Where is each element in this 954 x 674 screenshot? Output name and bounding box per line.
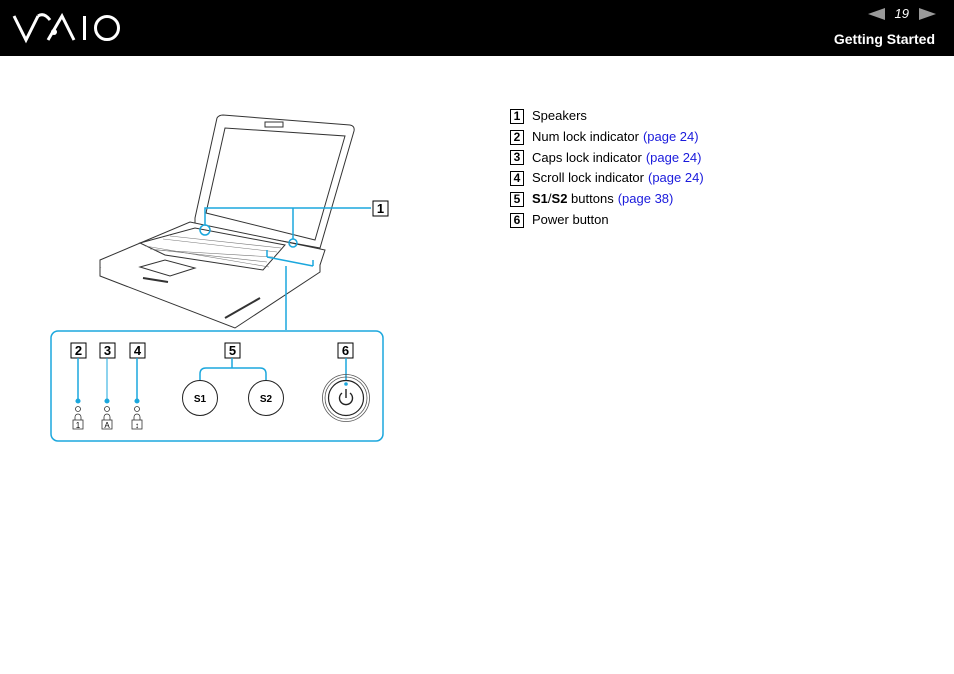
svg-text:2: 2 xyxy=(75,343,82,358)
s2-button[interactable]: S2 xyxy=(248,380,284,416)
svg-text:↕: ↕ xyxy=(135,421,139,430)
callout-number: 2 xyxy=(510,129,524,145)
page-link[interactable]: (page 24) xyxy=(646,148,702,169)
callout-1: 1 xyxy=(372,200,389,217)
callout-6: 6 xyxy=(337,342,354,359)
legend-item: 2 Num lock indicator (page 24) xyxy=(510,127,704,148)
legend-label: Scroll lock indicator xyxy=(532,170,644,186)
svg-text:5: 5 xyxy=(229,343,236,358)
svg-text:3: 3 xyxy=(104,343,111,358)
legend-list: 1 Speakers 2 Num lock indicator (page 24… xyxy=(510,106,704,231)
callout-number: 5 xyxy=(510,192,524,208)
legend-label: Caps lock indicator xyxy=(532,149,642,165)
legend-item: 1 Speakers xyxy=(510,106,704,127)
legend-label-s1: S1 xyxy=(532,191,548,207)
svg-text:4: 4 xyxy=(134,343,142,358)
legend-label-s2: S2 xyxy=(551,191,568,207)
laptop-illustration xyxy=(99,114,355,329)
callout-number: 6 xyxy=(510,212,524,228)
power-button[interactable] xyxy=(322,374,370,422)
page-link[interactable]: (page 38) xyxy=(618,189,674,210)
svg-text:S2: S2 xyxy=(260,394,273,405)
section-title: Getting Started xyxy=(833,31,935,47)
page-link[interactable]: (page 24) xyxy=(648,168,704,189)
svg-text:6: 6 xyxy=(342,343,349,358)
s1-button[interactable]: S1 xyxy=(182,380,218,416)
svg-text:1: 1 xyxy=(377,201,384,216)
triangle-right-icon[interactable] xyxy=(919,7,936,20)
legend-label: Speakers xyxy=(532,108,587,123)
legend-item: 3 Caps lock indicator (page 24) xyxy=(510,148,704,169)
legend-label-rest: buttons xyxy=(567,191,614,207)
laptop-figure: 1 2 3 4 1 A ↕ 5 S1 S2 6 xyxy=(45,100,390,450)
callout-2: 2 xyxy=(70,342,87,359)
callout-3: 3 xyxy=(99,342,116,359)
legend-label: Num lock indicator xyxy=(532,128,639,144)
legend-item: 6 Power button xyxy=(510,210,704,231)
callout-5: 5 xyxy=(224,342,241,359)
page-number: 19 xyxy=(894,6,909,21)
vaio-logo xyxy=(12,12,122,49)
callout-number: 3 xyxy=(510,150,524,166)
callout-number: 4 xyxy=(510,171,524,187)
legend-item: 4 Scroll lock indicator (page 24) xyxy=(510,168,704,189)
page-link[interactable]: (page 24) xyxy=(643,127,699,148)
legend-item: 5 S1/S2 buttons (page 38) xyxy=(510,189,704,210)
legend-label: Power button xyxy=(532,211,609,227)
triangle-left-icon[interactable] xyxy=(867,7,885,20)
page-header: 19 Getting Started xyxy=(0,0,954,56)
svg-text:S1: S1 xyxy=(194,394,207,405)
svg-text:A: A xyxy=(104,421,110,430)
page-navigation: 19 xyxy=(867,6,936,21)
svg-text:1: 1 xyxy=(76,421,81,430)
callout-4: 4 xyxy=(129,342,146,359)
callout-number: 1 xyxy=(510,108,524,124)
